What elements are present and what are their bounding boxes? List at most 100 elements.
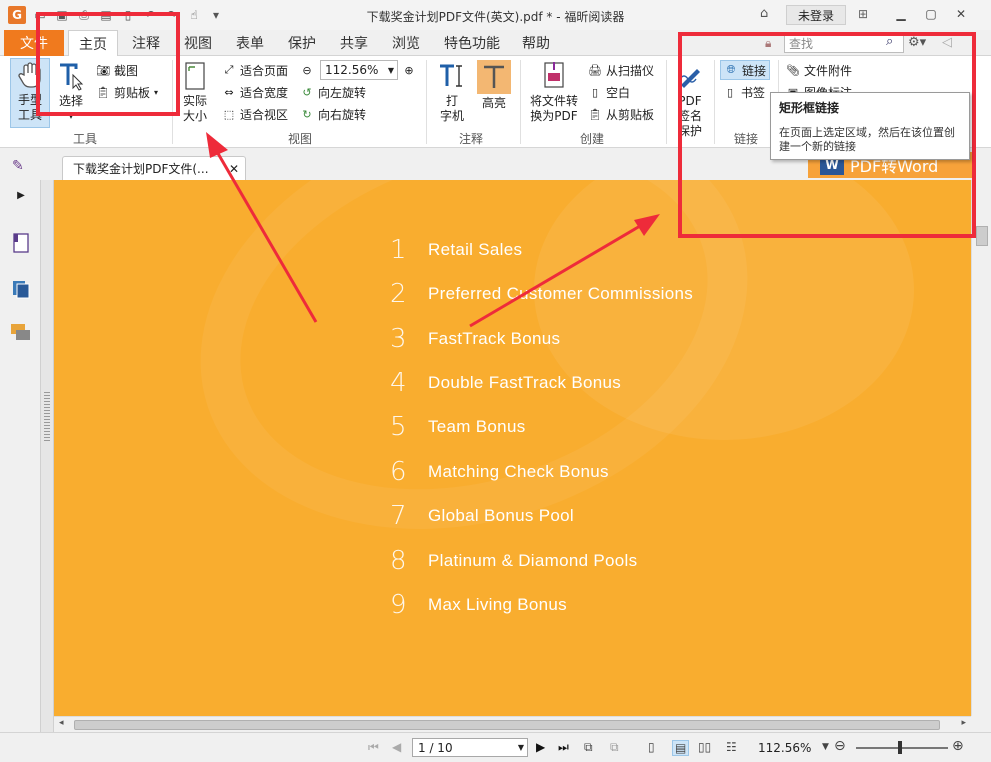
ribbon-separator	[172, 60, 173, 144]
page-number-combo[interactable]: 1 / 10 ▼	[412, 738, 528, 757]
tab-share[interactable]: 共享	[330, 30, 378, 56]
zoom-in-icon[interactable]: ⊕	[952, 738, 964, 754]
tab-features[interactable]: 特色功能	[434, 30, 510, 56]
fit-width-button[interactable]: ⇔ 适合宽度	[222, 82, 288, 102]
status-bar: ⏮ ◀ 1 / 10 ▼ ▶ ⏭ ⧉ ⧉ ▯ ▤ ▯▯ ☷ 112.56% ▼ …	[0, 732, 991, 762]
actual-size-button[interactable]: 实际 大小	[178, 60, 212, 124]
tab-comment[interactable]: 注释	[122, 30, 170, 56]
scroll-right-icon[interactable]: ▸	[961, 718, 966, 728]
blank-button[interactable]: ▯ 空白	[588, 82, 630, 102]
ribbon-separator	[714, 60, 715, 144]
document-tab[interactable]: 下载奖金计划PDF文件(... ✕	[62, 156, 246, 180]
splitter-grip[interactable]	[44, 392, 50, 442]
zoom-dropdown-icon[interactable]: ▼	[822, 742, 829, 752]
list-item: 3 FastTrack Bonus	[390, 324, 561, 354]
highlight-icon	[477, 60, 511, 94]
page-dropdown-icon: ▼	[517, 743, 524, 752]
gear-icon[interactable]: ⚙▾	[908, 35, 926, 50]
comments-icon[interactable]	[10, 322, 32, 344]
blank-page-icon: ▯	[591, 85, 599, 99]
grid-icon[interactable]: ⊞	[858, 7, 868, 21]
zoom-percentage[interactable]: 112.56%	[758, 741, 811, 755]
last-page-icon[interactable]: ⏭	[558, 740, 569, 755]
hand-icon	[14, 59, 46, 91]
hand-tool-button[interactable]: 手型 工具	[10, 58, 50, 128]
close-tab-icon[interactable]: ✕	[229, 162, 239, 176]
zoom-out-icon[interactable]: ⊖	[834, 738, 846, 754]
link-button[interactable]: 🌐︎ 链接	[720, 60, 771, 80]
rotate-right-button[interactable]: ↻ 向右旋转	[300, 104, 366, 124]
next-view-icon[interactable]: ⧉	[610, 740, 619, 755]
tab-form[interactable]: 表单	[226, 30, 274, 56]
scroll-left-icon[interactable]: ◂	[59, 718, 64, 728]
tooltip-body: 在页面上选定区域，然后在该位置创建一个新的链接	[779, 126, 955, 153]
convert-to-pdf-button[interactable]: 将文件转 换为PDF	[526, 60, 582, 124]
search-icon[interactable]: ⌕	[886, 34, 988, 49]
notification-icon[interactable]: ⌂	[760, 6, 768, 21]
list-item: 6 Matching Check Bonus	[390, 457, 609, 487]
previous-page-icon[interactable]: ◀	[392, 740, 401, 754]
fit-visible-button[interactable]: ⬚ 适合视区	[222, 104, 288, 124]
previous-view-icon[interactable]: ⧉	[584, 740, 593, 755]
page-thumbnail-icon[interactable]	[10, 232, 32, 254]
list-item: 5 Team Bonus	[390, 412, 526, 442]
list-item: 8 Platinum & Diamond Pools	[390, 546, 638, 576]
group-label-annotate: 注释	[458, 132, 483, 146]
clipboard-paste-icon: 📋︎	[588, 107, 602, 121]
group-label-view: 视图	[287, 132, 312, 146]
horizontal-scrollbar[interactable]: ◂ ▸	[54, 716, 971, 732]
file-attachment-button[interactable]: 📎︎ 文件附件	[786, 60, 852, 80]
vertical-scroll-thumb[interactable]	[976, 226, 988, 246]
zoom-in-button[interactable]: ⊕	[402, 60, 416, 80]
pdf-sign-button[interactable]: PDF 签名 保护	[672, 60, 708, 139]
tab-file[interactable]: 文件	[4, 30, 64, 56]
horizontal-scroll-thumb[interactable]	[74, 720, 940, 730]
sidebar-splitter[interactable]	[40, 180, 54, 732]
maximize-icon[interactable]: ▢	[916, 4, 946, 24]
rotate-left-icon: ↺	[302, 85, 312, 99]
facing-pages-icon[interactable]: ▯▯	[698, 740, 711, 754]
ribbon-separator	[520, 60, 521, 144]
expand-panel-icon[interactable]: ▶	[10, 184, 32, 206]
fit-visible-icon: ⬚	[223, 107, 235, 121]
continuous-page-icon[interactable]: ▤	[672, 740, 690, 756]
fit-page-button[interactable]: ⤢ 适合页面	[222, 60, 288, 80]
scanner-icon: 🖨︎	[588, 63, 602, 77]
screenshot-button[interactable]: 📷︎ 截图	[96, 60, 138, 80]
tab-view[interactable]: 视图	[174, 30, 222, 56]
group-label-create: 创建	[579, 132, 604, 146]
typewriter-button[interactable]: 打 字机	[434, 60, 470, 124]
tab-help[interactable]: 帮助	[512, 30, 560, 56]
tab-browse[interactable]: 浏览	[382, 30, 430, 56]
tab-home[interactable]: 主页	[68, 30, 118, 57]
layers-icon[interactable]	[10, 278, 32, 300]
zoom-out-button[interactable]: ⊖	[300, 60, 314, 80]
collapse-ribbon-icon[interactable]: ◁	[942, 35, 952, 50]
minimize-icon[interactable]: ▁	[886, 4, 916, 24]
bookmark-button[interactable]: ▯ 书签	[723, 82, 765, 102]
select-tool-button[interactable]: 选择 ▾	[54, 60, 88, 124]
login-button[interactable]: 未登录	[786, 5, 846, 25]
first-page-icon[interactable]: ⏮	[368, 740, 379, 755]
camera-icon: 📷︎	[96, 63, 110, 77]
highlight-button[interactable]: 高亮	[476, 60, 512, 111]
tab-protect[interactable]: 保护	[278, 30, 326, 56]
paperclip-icon: 📎︎	[786, 63, 800, 77]
zoom-combo[interactable]: 112.56% ▼	[320, 60, 398, 80]
edit-panel-icon[interactable]: ✎	[12, 158, 30, 176]
group-label-links: 链接	[733, 132, 758, 146]
zoom-slider[interactable]	[856, 747, 948, 749]
next-page-icon[interactable]: ▶	[536, 740, 545, 754]
clipboard-dropdown-icon: ▾	[154, 87, 159, 97]
zoom-slider-thumb[interactable]	[898, 741, 902, 754]
fit-width-icon: ⇔	[224, 85, 234, 99]
rotate-left-button[interactable]: ↺ 向左旋转	[300, 82, 366, 102]
continuous-facing-icon[interactable]: ☷	[726, 740, 737, 754]
vertical-scrollbar[interactable]	[971, 180, 991, 716]
single-page-icon[interactable]: ▯	[648, 740, 655, 754]
clipboard-button[interactable]: 📋︎ 剪贴板 ▾	[96, 82, 158, 102]
close-icon[interactable]: ✕	[946, 4, 976, 24]
from-scanner-button[interactable]: 🖨︎ 从扫描仪	[588, 60, 654, 80]
from-clipboard-button[interactable]: 📋︎ 从剪贴板	[588, 104, 654, 124]
window-controls: ▁ ▢ ✕	[886, 4, 976, 24]
